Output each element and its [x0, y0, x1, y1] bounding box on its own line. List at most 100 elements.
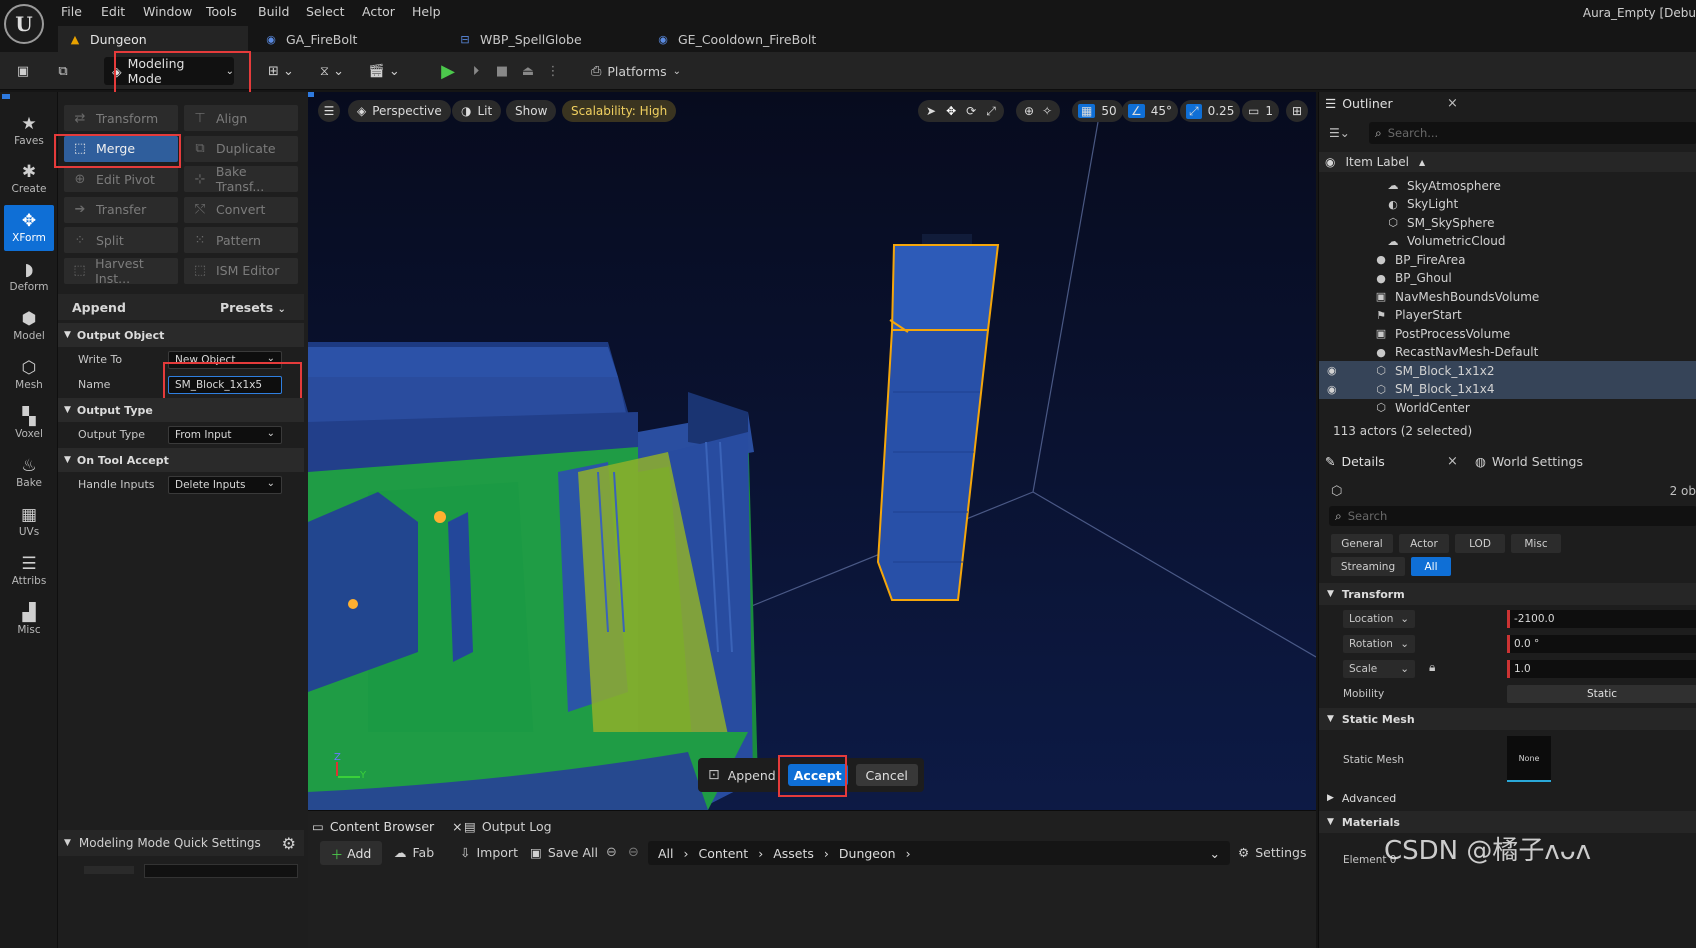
- fab-button[interactable]: ☁ Fab: [394, 845, 434, 860]
- close-icon[interactable]: ×: [452, 819, 462, 834]
- play-icon[interactable]: ▶: [436, 58, 460, 84]
- modeling-mode-dropdown[interactable]: ◈ Modeling Mode ⌄: [104, 56, 234, 86]
- filter-general[interactable]: General: [1331, 534, 1393, 553]
- name-input[interactable]: [168, 375, 282, 394]
- rotation-dropdown[interactable]: Rotation ⌄: [1343, 635, 1415, 653]
- outliner-row[interactable]: ● BP_FireArea: [1319, 250, 1696, 269]
- forward-icon[interactable]: ⊖: [628, 845, 639, 860]
- tool-split[interactable]: ⁘ Split: [64, 227, 178, 253]
- save-all-button[interactable]: ▣ Save All: [530, 845, 598, 860]
- details-search-input[interactable]: ⌕ Search: [1329, 506, 1696, 526]
- rail-create[interactable]: ✱ Create: [4, 156, 54, 202]
- more-options-icon[interactable]: ⋮: [546, 58, 560, 84]
- world-space-icon[interactable]: ⊕: [1024, 104, 1034, 118]
- filter-actor[interactable]: Actor: [1399, 534, 1449, 553]
- step-icon[interactable]: ⏵︎: [464, 58, 488, 84]
- layout-icon[interactable]: ⊞: [1286, 100, 1308, 122]
- tool-transform[interactable]: ⇄ Transform: [64, 105, 178, 131]
- scale-dropdown[interactable]: Scale ⌄: [1343, 660, 1415, 678]
- outliner-row[interactable]: ⬡ WorldCenter: [1319, 398, 1696, 417]
- rail-faves[interactable]: ★ Faves: [4, 108, 54, 154]
- grid-snap-group[interactable]: ▦ 50: [1072, 100, 1123, 122]
- presets-dropdown[interactable]: Presets ⌄: [220, 300, 286, 315]
- tab-ge-cooldown-firebolt[interactable]: ◉ GE_Cooldown_FireBolt: [646, 26, 846, 52]
- lock-icon[interactable]: 🔒︎: [1429, 660, 1435, 675]
- close-icon[interactable]: ×: [1447, 454, 1458, 469]
- breadcrumb-content[interactable]: Content: [699, 846, 749, 861]
- rotation-x-field[interactable]: 0.0 °: [1507, 635, 1696, 653]
- section-advanced[interactable]: ▶ Advanced: [1319, 787, 1696, 809]
- mobility-static-button[interactable]: Static: [1507, 685, 1696, 703]
- filter-icon[interactable]: ☰⌄: [1329, 126, 1350, 140]
- breadcrumb-assets[interactable]: Assets: [773, 846, 814, 861]
- camera-speed-group[interactable]: ▭ 1: [1242, 100, 1279, 122]
- outliner-search-input[interactable]: ⌕ Search...: [1369, 122, 1696, 144]
- outliner-row[interactable]: ● RecastNavMesh-Default: [1319, 343, 1696, 362]
- level-viewport[interactable]: ☰ ◈ Perspective ◑ Lit Show Scalability: Hi…: [308, 92, 1316, 810]
- perspective-button[interactable]: ◈ Perspective: [348, 100, 451, 122]
- accept-button[interactable]: Accept: [787, 764, 848, 786]
- rotate-icon[interactable]: ⟳: [966, 104, 976, 118]
- details-tab[interactable]: ✎ Details: [1325, 454, 1385, 469]
- menu-select[interactable]: Select: [306, 4, 345, 19]
- viewport-menu-icon[interactable]: ☰: [318, 100, 340, 122]
- menu-tools[interactable]: Tools: [206, 4, 237, 19]
- blueprint-menu-icon[interactable]: ⧖ ⌄: [312, 58, 352, 84]
- scale-snap-group[interactable]: ⤢ 0.25: [1180, 100, 1241, 122]
- breadcrumb-dungeon[interactable]: Dungeon: [839, 846, 896, 861]
- menu-help[interactable]: Help: [412, 4, 441, 19]
- tool-harvest-inst[interactable]: ⬚ Harvest Inst...: [64, 256, 178, 286]
- menu-edit[interactable]: Edit: [101, 4, 125, 19]
- tool-align[interactable]: ⊤ Align: [184, 105, 298, 131]
- scale-icon[interactable]: ⤢: [986, 104, 996, 119]
- quick-setting-field[interactable]: [144, 864, 298, 878]
- outliner-tab[interactable]: ☰ Outliner: [1325, 96, 1393, 111]
- menu-actor[interactable]: Actor: [362, 4, 395, 19]
- outliner-row[interactable]: ⬡ SM_SkySphere: [1319, 213, 1696, 232]
- rail-voxel[interactable]: ▚ Voxel: [4, 401, 54, 447]
- tab-dungeon[interactable]: ▲ Dungeon: [58, 26, 248, 52]
- tool-convert[interactable]: ⤲ Convert: [184, 196, 298, 223]
- stop-icon[interactable]: ■: [490, 58, 514, 84]
- rotation-snap-group[interactable]: ∠ 45°: [1122, 100, 1179, 122]
- select-icon[interactable]: ➤: [926, 104, 936, 118]
- outliner-row[interactable]: ◐ SkyLight: [1319, 195, 1696, 214]
- rail-misc[interactable]: ▟ Misc: [4, 597, 54, 643]
- section-on-tool-accept[interactable]: ▼ On Tool Accept: [58, 448, 304, 472]
- section-output-type[interactable]: ▼ Output Type: [58, 398, 304, 422]
- add-button[interactable]: ＋ Add: [320, 841, 382, 865]
- section-static-mesh[interactable]: ▼ Static Mesh: [1319, 708, 1696, 730]
- settings-button[interactable]: ⚙ Settings: [1238, 845, 1307, 860]
- import-button[interactable]: ⇩ Import: [460, 845, 518, 860]
- outliner-row[interactable]: ◉ ⬡ SM_Block_1x1x2: [1319, 361, 1696, 380]
- tool-ism-editor[interactable]: ⬚ ISM Editor: [184, 257, 298, 284]
- tab-wbp-spellglobe[interactable]: ⊟ WBP_SpellGlobe: [448, 26, 638, 52]
- tool-duplicate[interactable]: ⧉ Duplicate: [184, 135, 298, 162]
- eye-icon[interactable]: ◉: [1327, 383, 1337, 396]
- tab-content-browser[interactable]: ▭ Content Browser ×: [312, 815, 463, 837]
- add-actor-icon[interactable]: ⊞ ⌄: [262, 58, 300, 84]
- write-to-select[interactable]: New Object ⌄: [168, 350, 282, 369]
- section-output-object[interactable]: ▼ Output Object: [58, 323, 304, 347]
- menu-build[interactable]: Build: [258, 4, 289, 19]
- world-settings-tab[interactable]: ◍ World Settings: [1475, 454, 1583, 469]
- outliner-row[interactable]: ⚑ PlayerStart: [1319, 306, 1696, 325]
- handle-inputs-select[interactable]: Delete Inputs ⌄: [168, 475, 282, 494]
- platforms-dropdown[interactable]: ⎙ Platforms ⌄: [590, 58, 682, 84]
- rail-mesh[interactable]: ⬡ Mesh: [4, 352, 54, 398]
- outliner-row[interactable]: ☁ VolumetricCloud: [1319, 232, 1696, 251]
- output-type-select[interactable]: From Input ⌄: [168, 425, 282, 444]
- save-icon[interactable]: ▣: [10, 58, 36, 84]
- filter-misc[interactable]: Misc: [1511, 534, 1561, 553]
- outliner-row[interactable]: ☁ SkyAtmosphere: [1319, 176, 1696, 195]
- outliner-column-header[interactable]: ◉ Item Label ▲: [1319, 152, 1696, 172]
- outliner-row[interactable]: ● BP_Ghoul: [1319, 269, 1696, 288]
- outliner-row[interactable]: ▣ NavMeshBoundsVolume: [1319, 287, 1696, 306]
- scale-x-field[interactable]: 1.0: [1507, 660, 1696, 678]
- tab-output-log[interactable]: ▤ Output Log: [464, 815, 552, 837]
- unreal-logo-icon[interactable]: U: [4, 4, 44, 44]
- menu-window[interactable]: Window: [143, 4, 192, 19]
- surface-snap-icon[interactable]: ✧: [1042, 104, 1052, 118]
- rail-bake[interactable]: ♨ Bake: [4, 450, 54, 496]
- rail-xform[interactable]: ✥ XForm: [4, 205, 54, 251]
